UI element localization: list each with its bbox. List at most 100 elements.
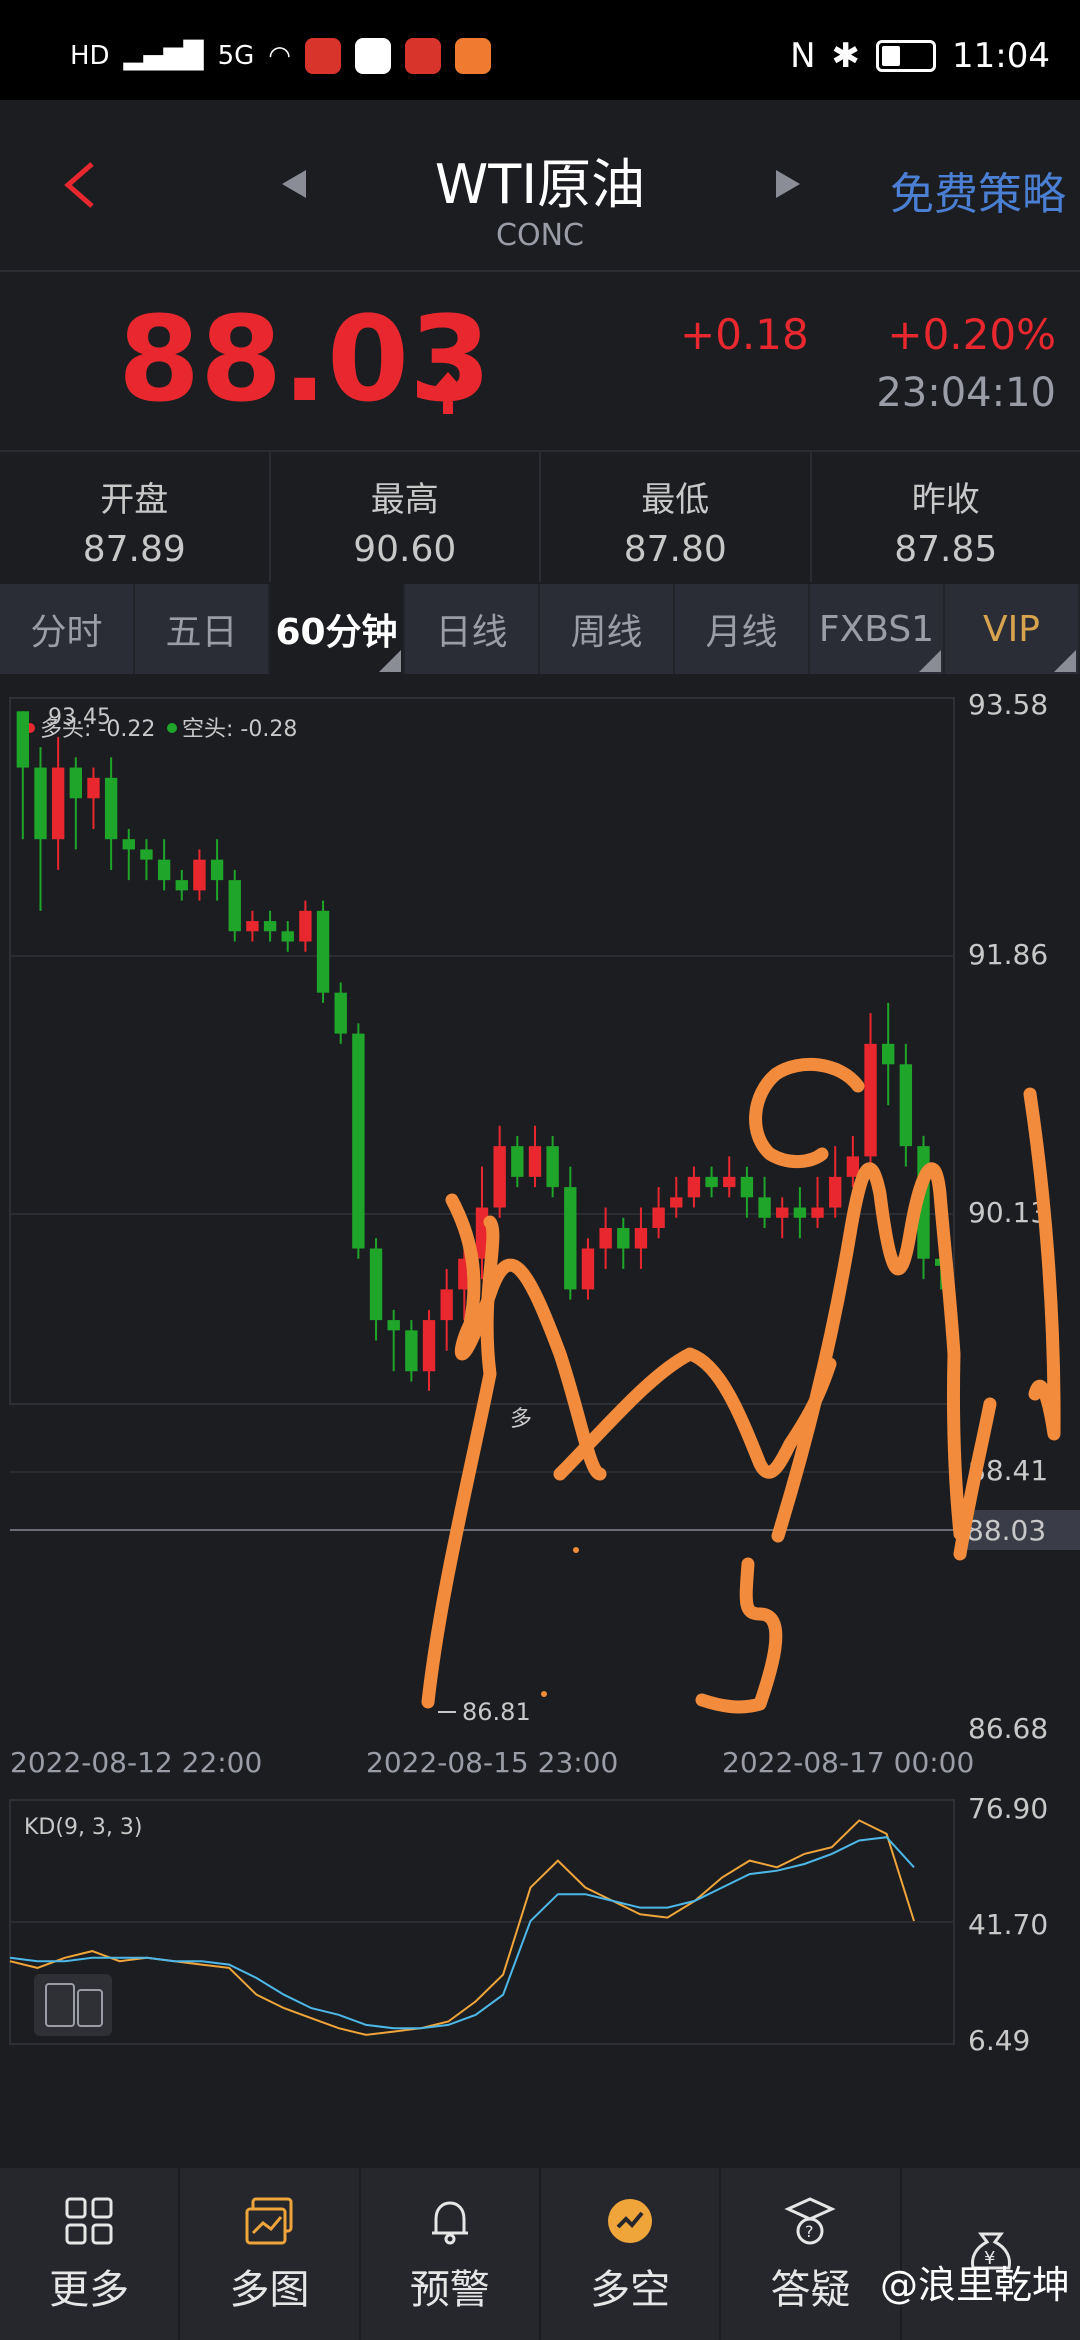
candle-body xyxy=(705,1176,718,1188)
candle-body xyxy=(316,910,330,993)
symbol-code: CONC xyxy=(496,218,584,253)
annotation-stroke xyxy=(695,1557,783,1714)
app-icon xyxy=(354,38,391,74)
hd-indicator: HD xyxy=(70,41,110,71)
candle-body xyxy=(776,1207,789,1218)
candle-body xyxy=(546,1146,559,1188)
candle-body xyxy=(670,1197,683,1208)
kd-k-line xyxy=(9,1819,915,2036)
stat-high: 最高 90.60 xyxy=(271,452,541,582)
stat-prev-close: 昨收 87.85 xyxy=(812,452,1080,582)
long-short-icon xyxy=(608,2199,653,2243)
nav-alert[interactable]: 预警 xyxy=(361,2168,541,2340)
x-axis-label: 2022-08-15 23:00 xyxy=(366,1746,618,1779)
tab-60min[interactable]: 60分钟 xyxy=(270,584,405,674)
legend-short: 空头: -0.28 xyxy=(182,717,297,742)
legend-short-dot xyxy=(167,723,177,733)
candle-body xyxy=(422,1320,436,1372)
bluetooth-icon: ✱ xyxy=(831,36,861,76)
dropdown-corner-icon xyxy=(379,650,401,672)
annotation-stroke xyxy=(553,1347,837,1481)
candle-body xyxy=(51,767,65,840)
free-strategy-button[interactable]: 免费策略 xyxy=(890,158,1066,222)
candle-body xyxy=(864,1043,877,1157)
tab-intraday[interactable]: 分时 xyxy=(0,584,135,674)
candle-body xyxy=(846,1156,860,1177)
nav-label: 更多 xyxy=(49,2267,130,2313)
annotation-stroke xyxy=(749,1057,865,1168)
candle-body xyxy=(299,910,312,942)
wifi-icon: ◠ xyxy=(268,41,291,71)
candle-body xyxy=(334,992,347,1034)
candlestick-chart[interactable]: 多头: -0.22 空头: -0.28 93.45 93.58 91.86 90… xyxy=(0,674,1080,2164)
tab-daily[interactable]: 日线 xyxy=(405,584,540,674)
tab-vip[interactable]: VIP xyxy=(945,584,1080,674)
nav-qa[interactable]: ? 答疑 xyxy=(721,2168,902,2340)
stat-value: 87.85 xyxy=(894,529,998,570)
annotation-stroke xyxy=(771,1162,967,1543)
candle-body xyxy=(157,859,171,881)
tab-weekly[interactable]: 周线 xyxy=(540,584,675,674)
stat-value: 90.60 xyxy=(353,529,457,570)
candle-body xyxy=(811,1207,824,1218)
grid-icon xyxy=(65,2197,113,2245)
candle-body xyxy=(493,1146,506,1208)
kd-y-label: 76.90 xyxy=(968,1792,1048,1825)
tab-label: 60分钟 xyxy=(275,612,398,653)
candle-body xyxy=(581,1248,595,1290)
nav-long-short[interactable]: 多空 xyxy=(541,2168,722,2340)
candle-body xyxy=(193,859,206,891)
signal-icon: ▂▄▆█ xyxy=(123,41,204,71)
nfc-icon: N xyxy=(790,36,816,76)
header: WTI原油 CONC 免费策略 xyxy=(0,100,1080,270)
candle-body xyxy=(175,880,188,891)
clock: 11:04 xyxy=(952,36,1050,76)
current-price-label: 88.03 xyxy=(966,1514,1046,1547)
nav-more[interactable]: 更多 xyxy=(0,2168,181,2340)
candle-body xyxy=(387,1320,400,1331)
chart-area[interactable]: 多头: -0.22 空头: -0.28 93.45 93.58 91.86 90… xyxy=(0,674,1080,2164)
candle-body xyxy=(634,1228,648,1249)
stat-low: 最低 87.80 xyxy=(541,452,812,582)
candle-body xyxy=(122,839,135,850)
divider xyxy=(0,270,1080,272)
candle-body xyxy=(829,1176,842,1208)
nav-multi-chart[interactable]: 多图 xyxy=(180,2168,361,2340)
candle-body xyxy=(740,1176,754,1198)
bell-icon xyxy=(431,2201,468,2245)
nav-label: 答疑 xyxy=(770,2267,851,2313)
stat-open: 开盘 87.89 xyxy=(0,452,271,582)
dropdown-corner-icon xyxy=(919,650,941,672)
tab-five-day[interactable]: 五日 xyxy=(135,584,270,674)
tab-monthly[interactable]: 月线 xyxy=(675,584,810,674)
candle-body xyxy=(69,767,82,799)
candle-body xyxy=(758,1197,771,1218)
next-symbol-icon[interactable] xyxy=(776,170,800,198)
x-axis-label: 2022-08-17 00:00 xyxy=(722,1746,974,1779)
y-axis-label: 91.86 xyxy=(968,938,1048,971)
stats-row: 开盘 87.89 最高 90.60 最低 87.80 昨收 87.85 xyxy=(0,452,1080,582)
stat-value: 87.80 xyxy=(623,529,727,570)
dropdown-corner-icon xyxy=(1054,650,1076,672)
candle-body xyxy=(617,1228,630,1249)
stat-label: 最低 xyxy=(641,480,710,520)
y-axis-label: 93.58 xyxy=(968,688,1048,721)
price-change: +0.18 xyxy=(680,310,809,359)
annotation-dot xyxy=(541,1691,547,1697)
tab-fxbs1[interactable]: FXBS1 xyxy=(810,584,945,674)
y-axis-label: 86.68 xyxy=(968,1712,1048,1745)
candle-body xyxy=(263,921,277,932)
candle-body xyxy=(369,1248,383,1321)
app-icon xyxy=(454,38,491,74)
candle-body xyxy=(246,921,259,932)
stat-label: 最高 xyxy=(370,480,439,520)
y-axis-label: 90.13 xyxy=(968,1196,1048,1229)
network-type: 5G xyxy=(217,41,255,71)
low-mark-label: 86.81 xyxy=(462,1698,531,1726)
battery-icon xyxy=(876,40,937,72)
up-arrow-icon xyxy=(434,372,462,414)
status-bar: HD ▂▄▆█ 5G ◠ N ✱ 11:04 xyxy=(0,0,1080,100)
annotation-dot xyxy=(573,1547,579,1553)
period-tabs: 分时 五日 60分钟 日线 周线 月线 FXBS1 VIP xyxy=(0,584,1080,674)
kd-y-label: 41.70 xyxy=(968,1908,1048,1941)
